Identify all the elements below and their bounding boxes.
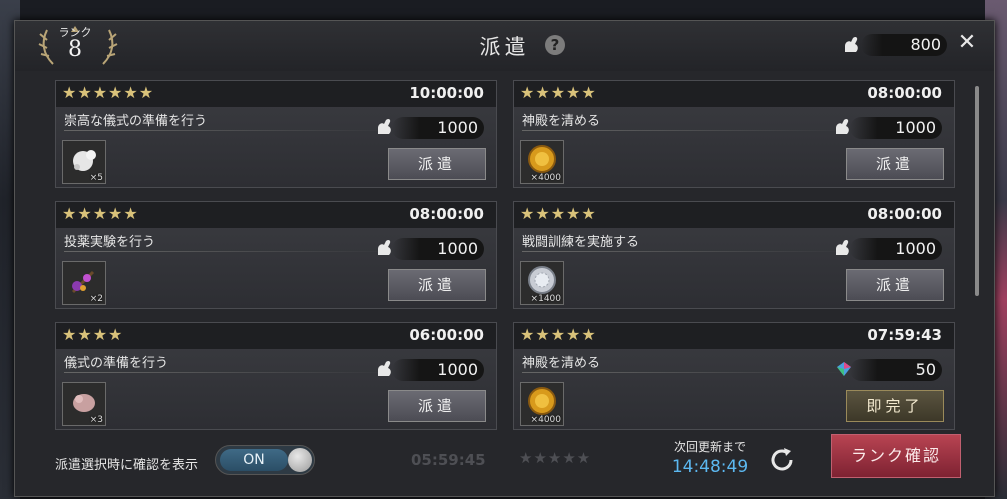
stamina-display: 800 xyxy=(841,30,951,60)
cost-display: 1000 xyxy=(832,235,942,261)
mission-name: 崇高な儀式の準備を行う xyxy=(64,114,208,129)
reward-count: ×4000 xyxy=(530,415,561,425)
cost-display: 50 xyxy=(832,356,942,382)
cost-display: 1000 xyxy=(374,235,484,261)
toggle-state: ON xyxy=(220,449,288,471)
mission-card: ★★★★★ 07:59:43 神殿を清める 50 ×4000 即完了 xyxy=(513,322,955,430)
cost-value: 1000 xyxy=(437,118,478,137)
mission-name: 神殿を清める xyxy=(522,356,601,371)
mission-duration: 06:00:00 xyxy=(409,326,484,344)
arm-icon xyxy=(845,36,858,52)
cost-display: 1000 xyxy=(832,114,942,140)
dispatch-window: ランク 8 派遣 ? 800 ✕ ★★★★★★ 10:00:00 崇高な儀式の準… xyxy=(14,20,995,497)
dispatch-button[interactable]: 派遣 xyxy=(846,148,944,180)
mission-name: 戦闘訓練を実施する xyxy=(522,235,640,250)
next-update-label: 次回更新まで xyxy=(673,440,746,454)
dispatch-button[interactable]: 派遣 xyxy=(846,269,944,301)
reward-item[interactable]: ×2 xyxy=(62,261,106,305)
mission-name: 投薬実験を行う xyxy=(64,235,156,250)
mission-duration: 08:00:00 xyxy=(867,84,942,102)
reward-item[interactable]: ×4000 xyxy=(520,382,564,426)
star-rating: ★★★★★ xyxy=(520,83,597,102)
mission-card: ★★★★★ 08:00:00 投薬実験を行う 1000 ×2 派遣 xyxy=(55,201,497,309)
cost-value: 1000 xyxy=(895,239,936,258)
reward-item[interactable]: ×1400 xyxy=(520,261,564,305)
confirm-toggle[interactable]: ON xyxy=(215,445,315,475)
rank-confirm-button[interactable]: ランク確認 xyxy=(831,434,961,478)
star-rating: ★★★★★ xyxy=(520,204,597,223)
star-rating: ★★★★★ xyxy=(520,325,597,344)
stamina-value: 800 xyxy=(910,35,941,54)
mission-duration: 08:00:00 xyxy=(867,205,942,223)
reward-count: ×1400 xyxy=(530,294,561,304)
mission-card: ★★★★★ 08:00:00 戦闘訓練を実施する 1000 ×1400 派遣 xyxy=(513,201,955,309)
toggle-knob xyxy=(288,448,312,472)
dispatch-button[interactable]: 派遣 xyxy=(388,269,486,301)
dispatch-button[interactable]: 派遣 xyxy=(388,148,486,180)
reward-count: ×2 xyxy=(89,294,103,304)
instant-complete-button[interactable]: 即完了 xyxy=(846,390,944,422)
mission-name: 神殿を清める xyxy=(522,114,601,129)
reward-count: ×5 xyxy=(89,173,103,183)
help-icon[interactable]: ? xyxy=(545,35,565,55)
divider xyxy=(64,251,394,252)
reward-item[interactable]: ×4000 xyxy=(520,140,564,184)
confirm-setting-label: 派遣選択時に確認を表示 xyxy=(55,458,199,473)
reward-count: ×4000 xyxy=(530,173,561,183)
divider xyxy=(522,130,852,131)
next-update-timer: 14:48:49 xyxy=(671,457,749,477)
refresh-icon[interactable] xyxy=(765,443,799,477)
cost-value: 50 xyxy=(915,360,936,379)
reward-item[interactable]: ×5 xyxy=(62,140,106,184)
dispatch-button[interactable]: 派遣 xyxy=(388,390,486,422)
header: ランク 8 派遣 ? 800 ✕ xyxy=(15,21,994,71)
divider xyxy=(64,130,394,131)
scrollbar[interactable] xyxy=(975,86,979,296)
cost-value: 1000 xyxy=(437,360,478,379)
star-rating: ★★★★★★ xyxy=(62,83,155,102)
mission-card: ★★★★★ 08:00:00 神殿を清める 1000 ×4000 派遣 xyxy=(513,80,955,188)
mission-card: ★★★★ 06:00:00 儀式の準備を行う 1000 ×3 派遣 xyxy=(55,322,497,430)
divider xyxy=(522,372,852,373)
cost-display: 1000 xyxy=(374,114,484,140)
partial-mission-stars: ★★★★★ xyxy=(519,449,592,467)
divider xyxy=(522,251,852,252)
mission-card: ★★★★★★ 10:00:00 崇高な儀式の準備を行う 1000 ×5 派遣 xyxy=(55,80,497,188)
close-icon[interactable]: ✕ xyxy=(955,31,979,55)
mission-duration: 07:59:43 xyxy=(867,326,942,344)
divider xyxy=(64,372,394,373)
cost-value: 1000 xyxy=(895,118,936,137)
star-rating: ★★★★★ xyxy=(62,204,139,223)
mission-name: 儀式の準備を行う xyxy=(64,356,169,371)
cost-value: 1000 xyxy=(437,239,478,258)
partial-mission-time: 05:59:45 xyxy=(411,451,486,469)
star-rating: ★★★★ xyxy=(62,325,124,344)
reward-item[interactable]: ×3 xyxy=(62,382,106,426)
mission-duration: 10:00:00 xyxy=(409,84,484,102)
cost-display: 1000 xyxy=(374,356,484,382)
reward-count: ×3 xyxy=(89,415,103,425)
mission-duration: 08:00:00 xyxy=(409,205,484,223)
